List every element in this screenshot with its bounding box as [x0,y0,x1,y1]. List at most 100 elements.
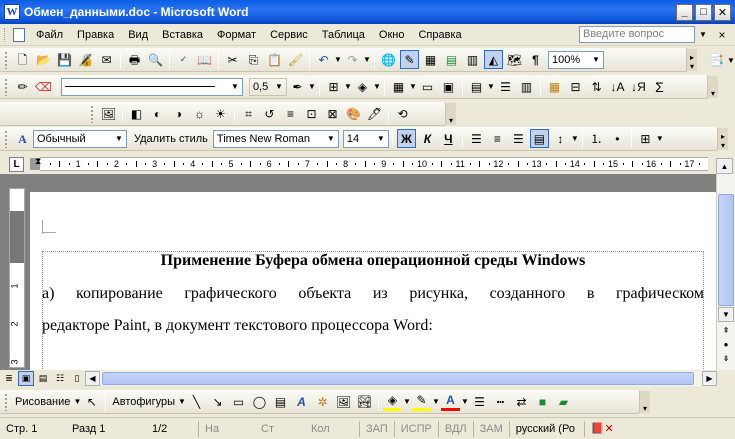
diagram-icon[interactable]: ✲ [313,392,332,411]
draw-menu-button[interactable]: Рисование [12,396,73,408]
read-mode-icon[interactable]: 📑 [707,51,726,70]
menu-view[interactable]: Вид [121,29,155,41]
document-paragraph-line-1[interactable]: а) копирование графического объекта из рисунк… [42,285,704,303]
autosum-icon[interactable]: Σ [650,77,669,96]
fill-color-icon[interactable]: ◈ [383,392,402,411]
toolbar-options-chevron[interactable]: ▾ [640,391,650,413]
menu-file[interactable]: Файл [29,29,70,41]
eraser-icon[interactable]: ⌫ [34,77,53,96]
document-page[interactable]: Применение Буфера обмена операционной ср… [30,192,716,371]
horizontal-scroll-track[interactable] [100,371,702,386]
font-color-icon[interactable]: A [441,392,460,411]
oval-icon[interactable]: ◯ [250,392,269,411]
justify-icon[interactable]: ▤ [529,129,549,148]
chevron-down-icon[interactable]: ▼ [589,52,603,68]
reset-picture-icon[interactable]: ⟲ [393,104,412,123]
previous-page-icon[interactable]: ⇞ [718,323,734,338]
distribute-columns-icon[interactable]: ▥ [517,77,536,96]
print-layout-view-icon[interactable]: ▤ [35,371,51,386]
line-style-icon[interactable]: ≡ [281,104,300,123]
line-spacing-dropdown-arrow[interactable]: ▼ [571,134,579,143]
align-top-left-icon[interactable]: ▤ [467,77,486,96]
document-icon[interactable] [13,27,25,42]
toolbar-grip[interactable] [4,392,8,411]
print-icon[interactable]: 🖶 [125,50,144,69]
help-search-input[interactable]: Введите вопрос [579,26,695,43]
chevron-down-icon[interactable]: ▼ [112,131,126,147]
horizontal-scroll-thumb[interactable] [102,372,694,385]
text-box-icon[interactable]: ▤ [271,392,290,411]
outside-border-icon[interactable]: ⊞ [324,77,343,96]
more-brightness-icon[interactable]: ☼ [190,104,209,123]
redo-dropdown-arrow[interactable]: ▼ [363,55,371,64]
align-right-icon[interactable]: ☰ [509,129,528,148]
scroll-left-icon[interactable]: ◀ [85,371,100,386]
indent-marker-icon[interactable]: ⧗ [35,156,41,167]
font-combo[interactable]: Times New Roman ▼ [212,129,339,148]
format-painter-icon[interactable]: 🖌 [286,50,305,69]
color-icon[interactable]: ◧ [127,104,146,123]
numbering-icon[interactable]: ⒈ [587,129,606,148]
next-page-icon[interactable]: ⇟ [718,351,734,366]
line-style-combo[interactable]: ▼ [61,77,243,96]
split-cells-icon[interactable]: ▣ [439,77,458,96]
bold-button[interactable]: Ж [396,129,416,148]
zoom-combo[interactable]: 100% ▼ [548,50,604,69]
bullets-icon[interactable]: • [608,129,627,148]
select-browse-object-icon[interactable]: ● [718,337,734,352]
border-dropdown-arrow[interactable]: ▼ [344,82,352,91]
show-gridlines-icon[interactable]: ⊟ [566,77,585,96]
scroll-right-icon[interactable]: ▶ [702,371,717,386]
border-dropdown-arrow[interactable]: ▼ [656,134,664,143]
status-pages[interactable]: 1/2 [146,423,198,435]
sort-ascending-icon[interactable]: ↓A [608,77,627,96]
reading-layout-view-icon[interactable]: ▯ [69,371,85,386]
word[interactable]: графическом [616,285,704,303]
format-picture-icon[interactable]: 🎨 [344,104,363,123]
align-left-icon[interactable]: ☰ [467,129,486,148]
line-color-icon[interactable]: ✎ [412,392,431,411]
distribute-rows-icon[interactable]: ☰ [496,77,515,96]
close-button[interactable]: ✕ [714,3,731,21]
drawing-icon[interactable]: ◭ [484,50,503,69]
word-app-icon[interactable]: W [4,4,20,20]
3d-style-icon[interactable]: ▰ [554,392,573,411]
toolbar-options-chevron[interactable]: ▾ [708,76,718,98]
vertical-scrollbar[interactable]: ▼ ⇞ ● ⇟ [716,174,735,370]
table-autoformat-icon[interactable]: ▦ [545,77,564,96]
split-box-icon[interactable]: ▲ [716,158,733,174]
spelling-icon[interactable]: ✓ [174,50,193,69]
word[interactable]: графического [184,285,276,303]
insert-table-dropdown-arrow[interactable]: ▼ [409,82,417,91]
menu-edit[interactable]: Правка [70,29,121,41]
permission-icon[interactable]: 🔏 [76,50,95,69]
line-weight-combo[interactable]: 0,5 ▼ [249,77,287,96]
toolbar-grip[interactable] [4,129,8,148]
chevron-down-icon[interactable]: ▼ [228,79,242,95]
less-brightness-icon[interactable]: ☀ [211,104,230,123]
align-dropdown-arrow[interactable]: ▼ [487,82,495,91]
shading-dropdown-arrow[interactable]: ▼ [373,82,381,91]
status-ovr[interactable]: ЗАМ [474,423,509,435]
line-icon[interactable]: ╲ [187,392,206,411]
word[interactable]: созданного [490,285,566,303]
undo-icon[interactable]: ↶ [314,50,333,69]
status-rec[interactable]: ЗАП [360,423,394,435]
toolbar-grip[interactable] [90,104,94,123]
word[interactable]: объекта [298,285,351,303]
set-transparent-color-icon[interactable]: 🖊 [365,104,384,123]
less-contrast-icon[interactable]: ◑ [169,104,188,123]
text-wrapping-icon[interactable]: ⊠ [323,104,342,123]
help-dropdown-arrow[interactable]: ▼ [695,26,711,43]
copy-icon[interactable]: ⎘ [244,50,263,69]
autoshapes-menu-arrow[interactable]: ▼ [178,397,186,406]
status-column[interactable]: Кол [305,423,359,435]
insert-table-dropdown-icon[interactable]: ▦ [389,77,408,96]
maximize-button[interactable]: □ [695,3,712,21]
insert-picture-icon[interactable]: 🏞 [355,392,374,411]
horizontal-ruler[interactable]: ⧗ 1 2 3 4 5 6 7 8 9 10 11 12 13 14 15 16 17 [30,156,708,171]
insert-picture-icon[interactable]: 🖼 [99,104,118,123]
shadow-style-icon[interactable]: ■ [533,392,552,411]
menu-tools[interactable]: Сервис [263,29,315,41]
styles-formatting-icon[interactable]: A [13,129,32,148]
